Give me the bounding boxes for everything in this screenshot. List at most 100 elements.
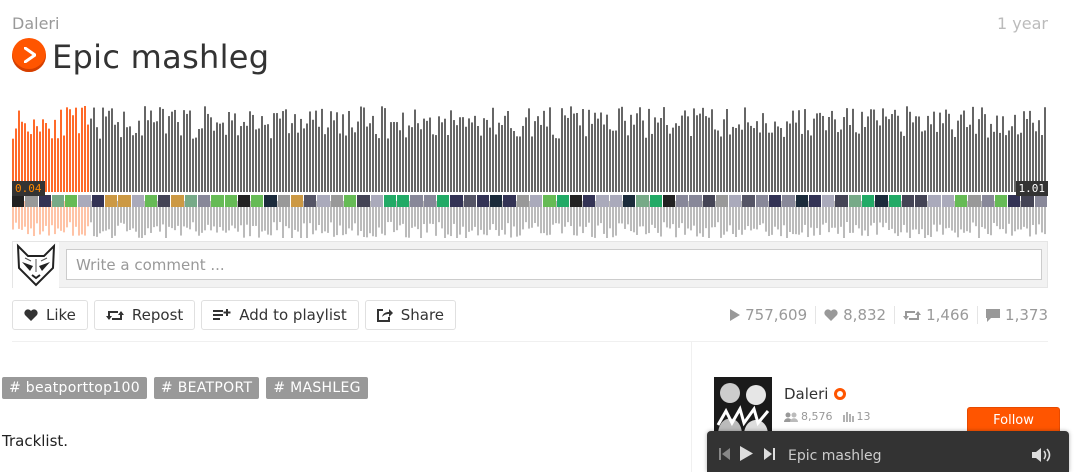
comment-avatar[interactable]: [822, 195, 835, 207]
like-button[interactable]: Like: [12, 300, 88, 330]
play-button[interactable]: [12, 38, 46, 72]
comment-avatar[interactable]: [330, 195, 344, 207]
comment-avatar[interactable]: [715, 195, 729, 207]
comment-avatar[interactable]: [51, 195, 65, 207]
comment-avatar[interactable]: [702, 195, 715, 207]
comment-avatar[interactable]: [317, 195, 330, 207]
comment-avatar[interactable]: [197, 195, 211, 207]
comment-avatar[interactable]: [954, 195, 968, 207]
add-to-playlist-button[interactable]: Add to playlist: [201, 300, 359, 330]
comment-avatar[interactable]: [1034, 195, 1047, 207]
follow-button[interactable]: Follow: [967, 407, 1060, 434]
comment-avatar[interactable]: [158, 195, 171, 207]
repost-button[interactable]: Repost: [93, 300, 196, 330]
comment-avatar[interactable]: [304, 195, 317, 207]
comment-avatar[interactable]: [888, 195, 901, 207]
comment-avatar[interactable]: [450, 195, 463, 207]
comment-avatar[interactable]: [994, 195, 1008, 207]
comment-avatar[interactable]: [251, 195, 264, 207]
comments-stat[interactable]: 1,373: [977, 306, 1048, 324]
comment-avatar[interactable]: [290, 195, 304, 207]
comment-avatar[interactable]: [131, 195, 144, 207]
comment-avatar[interactable]: [569, 195, 583, 207]
comment-avatar[interactable]: [12, 195, 25, 207]
comment-avatar[interactable]: [596, 195, 609, 207]
comment-avatar[interactable]: [184, 195, 197, 207]
comment-avatar[interactable]: [490, 195, 503, 207]
comment-avatar[interactable]: [476, 195, 490, 207]
comment-avatar[interactable]: [928, 195, 941, 207]
comment-avatar[interactable]: [410, 195, 423, 207]
comment-input[interactable]: [66, 249, 1042, 280]
comment-avatar[interactable]: [729, 195, 742, 207]
comment-avatar[interactable]: [171, 195, 184, 207]
uploader-avatar[interactable]: [714, 377, 772, 435]
comment-avatar[interactable]: [383, 195, 397, 207]
uploader-name[interactable]: Daleri: [784, 385, 828, 403]
comment-avatar[interactable]: [224, 195, 237, 207]
comment-avatar[interactable]: [808, 195, 822, 207]
comment-avatar[interactable]: [583, 195, 596, 207]
comment-avatar[interactable]: [676, 195, 689, 207]
comment-avatar[interactable]: [529, 195, 543, 207]
comment-avatar[interactable]: [516, 195, 529, 207]
tag[interactable]: # MASHLEG: [266, 377, 368, 399]
comment-avatar[interactable]: [1021, 195, 1034, 207]
tracks-stat[interactable]: 13: [842, 410, 871, 423]
comment-avatar[interactable]: [901, 195, 915, 207]
waveform[interactable]: [12, 100, 1048, 238]
reposts-stat[interactable]: 1,466: [894, 306, 977, 324]
comment-avatar[interactable]: [875, 195, 888, 207]
comment-avatar[interactable]: [662, 195, 676, 207]
comment-avatar[interactable]: [848, 195, 861, 207]
play-icon[interactable]: [740, 446, 753, 461]
likes-stat[interactable]: 8,832: [815, 306, 894, 324]
volume-icon[interactable]: [1032, 447, 1056, 463]
comment-avatar[interactable]: [862, 195, 875, 207]
comment-avatar[interactable]: [636, 195, 649, 207]
comment-avatar[interactable]: [25, 195, 38, 207]
comment-avatar[interactable]: [91, 195, 104, 207]
comment-avatar[interactable]: [649, 195, 662, 207]
share-button[interactable]: Share: [364, 300, 457, 330]
skip-back-icon[interactable]: [719, 448, 730, 460]
comment-avatar[interactable]: [556, 195, 569, 207]
comment-avatar[interactable]: [689, 195, 702, 207]
comment-avatar[interactable]: [397, 195, 410, 207]
comment-avatar[interactable]: [423, 195, 436, 207]
comment-avatar[interactable]: [755, 195, 769, 207]
comment-avatar[interactable]: [742, 195, 755, 207]
comment-avatar[interactable]: [835, 195, 848, 207]
comment-avatar[interactable]: [968, 195, 981, 207]
comment-avatar[interactable]: [38, 195, 51, 207]
comment-avatar-strip[interactable]: [12, 195, 1048, 208]
comment-avatar[interactable]: [941, 195, 954, 207]
comment-avatar[interactable]: [370, 195, 383, 207]
comment-avatar[interactable]: [437, 195, 450, 207]
comment-avatar[interactable]: [104, 195, 118, 207]
comment-avatar[interactable]: [277, 195, 290, 207]
comment-avatar[interactable]: [357, 195, 370, 207]
track-artist[interactable]: Daleri: [12, 14, 59, 33]
comment-avatar[interactable]: [622, 195, 636, 207]
comment-avatar[interactable]: [915, 195, 928, 207]
comment-avatar[interactable]: [237, 195, 251, 207]
comment-avatar[interactable]: [543, 195, 556, 207]
comment-avatar[interactable]: [118, 195, 131, 207]
comment-avatar[interactable]: [503, 195, 516, 207]
comment-avatar[interactable]: [463, 195, 476, 207]
comment-avatar[interactable]: [78, 195, 91, 207]
tag[interactable]: # beatporttop100: [2, 377, 147, 399]
comment-avatar[interactable]: [609, 195, 622, 207]
comment-avatar[interactable]: [782, 195, 795, 207]
comment-avatar[interactable]: [264, 195, 277, 207]
comment-avatar[interactable]: [981, 195, 994, 207]
followers-stat[interactable]: 8,576: [784, 410, 833, 423]
comment-avatar[interactable]: [144, 195, 158, 207]
comment-avatar[interactable]: [795, 195, 808, 207]
tag[interactable]: # BEATPORT: [153, 377, 260, 399]
comment-avatar[interactable]: [344, 195, 357, 207]
skip-forward-icon[interactable]: [764, 448, 775, 460]
comment-avatar[interactable]: [769, 195, 782, 207]
comment-avatar[interactable]: [211, 195, 224, 207]
